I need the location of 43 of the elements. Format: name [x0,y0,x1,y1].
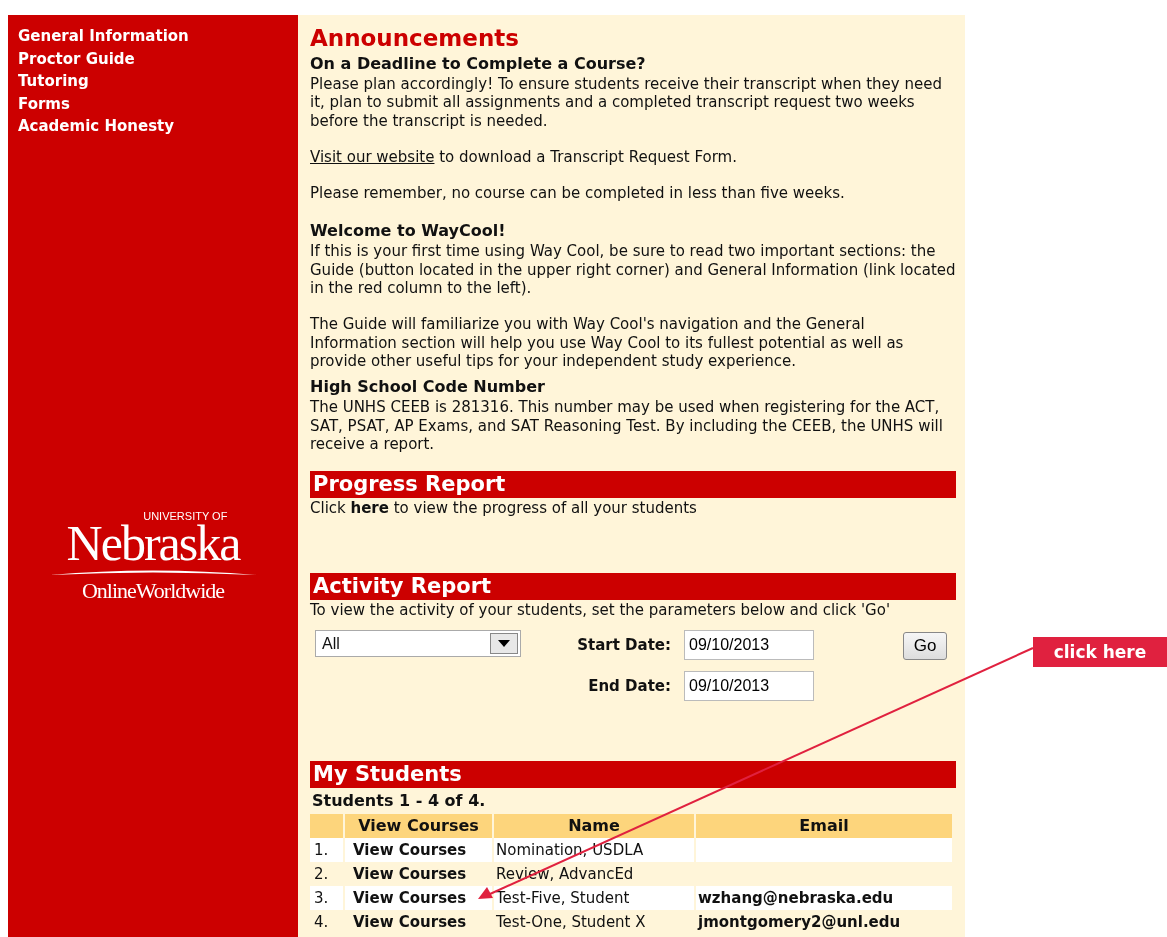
date-field[interactable]: 09/10/2013 [684,671,814,702]
paragraph: Please remember, no course can be completed in less than five weeks. [310,184,846,203]
paragraph: To view the activity of your students, set the parameters below and click 'Go' [310,600,892,621]
row-number: 3. [310,886,343,911]
paragraph: Click here to view the progress of all your students [310,498,698,519]
sidebar-link[interactable]: Forms [18,92,70,115]
logo-tagline: OnlineWorldwide [81,577,225,604]
sidebar-link[interactable]: Proctor Guide [18,47,135,70]
logo-wordmark: Nebraska [66,521,240,566]
sidebar-link[interactable]: Tutoring [18,70,89,93]
paragraph: If this is your first time using Way Cool, be sure to read two important sections: the Guide (button located in the upper right corner) and General Information (link located in the red column to the left). [310,242,956,298]
announcement-heading: High School Code Number [310,376,546,399]
row-number: 1. [310,838,343,863]
column-header: Name [494,814,694,839]
callout-label: click here [1033,637,1167,667]
paragraph: Please plan accordingly! To ensure students receive their transcript when they need it, plan to submit all assignments and a completed transcript request two weeks before the transcript is needed. [310,75,943,130]
column-header: Email [696,814,952,839]
table-cell: Test-Five, Student [494,886,694,911]
paragraph: The Guide will familiarize you with Way Cool's navigation and the General Information section will help you use Way Cool to its fullest potential as well as provide other useful tips for your independent study experience. [310,315,905,371]
section-header: My Students [310,761,956,789]
table-cell: Nomination, USDLA [494,838,694,863]
header-cell [310,814,343,839]
section-title: Announcements [310,24,520,53]
filter-dropdown[interactable]: All [315,630,521,658]
announcement-heading: Welcome to WayCool! [310,220,507,243]
sidebar-link[interactable]: Academic Honesty [18,115,174,138]
logo-caption: UNIVERSITY OF [143,509,228,522]
view-courses-link[interactable]: View Courses [353,913,467,932]
announcement-heading: On a Deadline to Complete a Course? [310,53,647,75]
table-cell: wzhang@nebraska.edu [696,886,952,911]
website-link[interactable]: Visit our website [310,147,435,166]
paragraph: Visit our website to download a Transcript Request Form. [310,147,738,167]
sidebar-link[interactable]: General Information [18,25,189,48]
field-label: Start Date: [576,636,671,655]
paragraph: The UNHS CEEB is 281316. This number may be used when registering for the ACT, SAT, PSAT, AP Exams, and SAT Reasoning Test. By including the CEEB, the UNHS will receive a report. [310,398,944,454]
go-button[interactable]: Go [903,632,947,661]
section-header: Progress Report [310,471,956,499]
results-count: Students 1 - 4 of 4. [311,790,487,813]
view-courses-link[interactable]: View Courses [353,865,467,884]
field-label: End Date: [587,677,671,696]
section-header: Activity Report [310,573,956,601]
column-header: View Courses [345,814,492,839]
date-field[interactable]: 09/10/2013 [684,630,814,661]
